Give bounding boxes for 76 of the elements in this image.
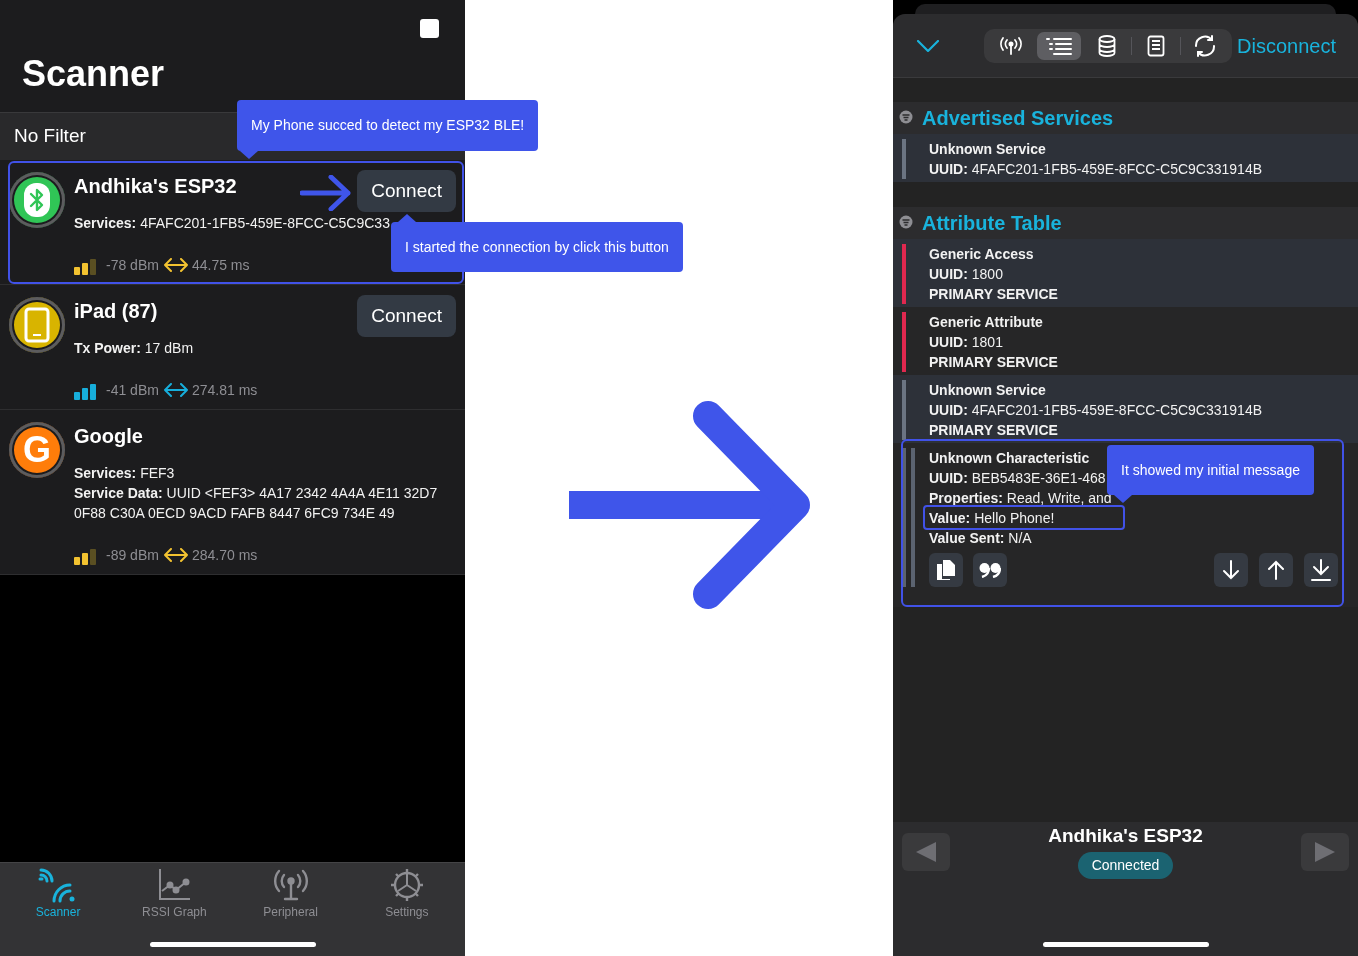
callout-pointer	[398, 214, 416, 222]
section-title: Attribute Table	[922, 211, 1062, 236]
interval-reading: 44.75 ms	[191, 255, 250, 275]
interval-icon	[163, 383, 188, 397]
notify-button[interactable]	[1304, 553, 1338, 587]
item-detail: UUID: 4FAFC201-1FB5-459E-8FCC-C5C9C331914B	[929, 401, 1263, 420]
device-detail: Services: FEF3	[74, 464, 175, 483]
device-detail: Tx Power: 17 dBm	[74, 339, 194, 358]
rssi-reading: -78 dBm	[106, 255, 159, 275]
read-button[interactable]	[1214, 553, 1248, 587]
device-name: Google	[74, 424, 143, 449]
device-name: Andhika's ESP32	[74, 174, 237, 199]
device-name: iPad (87)	[74, 299, 158, 324]
item-detail: UUID: BEB5483E-36E1-468	[929, 469, 1106, 488]
screen-title: Scanner	[22, 54, 166, 94]
device-detail: Services: 4FAFC201-1FB5-459E-8FCC-C5C9C33	[74, 214, 390, 233]
rssi-reading: -89 dBm	[106, 545, 159, 565]
connect-button[interactable]: Connect	[357, 295, 456, 337]
list-icon	[1046, 36, 1072, 55]
interval-icon	[163, 258, 188, 272]
rssi-reading: -41 dBm	[106, 380, 159, 400]
section-icon	[898, 215, 914, 231]
item-detail: UUID: 1801	[929, 333, 1003, 352]
annotation-arrow	[300, 175, 352, 211]
right-triangle-icon	[1313, 840, 1337, 864]
callout: It showed my initial message	[1107, 445, 1314, 495]
interval-reading: 284.70 ms	[191, 545, 258, 565]
refresh-icon	[1193, 34, 1217, 57]
connect-button[interactable]: Connect	[357, 170, 456, 212]
device-name: Andhika's ESP32	[1048, 824, 1203, 848]
database-icon	[1098, 34, 1116, 57]
item-detail: UUID: 4FAFC201-1FB5-459E-8FCC-C5C9C331914B	[929, 160, 1263, 179]
write-button[interactable]	[1259, 553, 1293, 587]
item-detail: UUID: 1800	[929, 265, 1003, 284]
callout-pointer	[240, 151, 258, 159]
item-type: PRIMARY SERVICE	[929, 353, 1058, 372]
device-detail: Service Data: UUID <FEF3> 4A17 2342 4A4A 4E11 32D7 0F88 C30A 0ECD 9ACD FAFB 8447 6FC9 734E 49	[74, 484, 439, 523]
item-type: PRIMARY SERVICE	[929, 285, 1058, 304]
arrow-up-icon	[1267, 560, 1285, 580]
document-icon	[1147, 34, 1165, 57]
left-triangle-icon	[914, 840, 938, 864]
antenna-icon	[1000, 36, 1022, 55]
chevron-down-icon[interactable]	[917, 39, 939, 52]
tablet-icon	[24, 307, 50, 343]
item-value: Value: Hello Phone!	[929, 509, 1055, 528]
quote-button[interactable]	[973, 553, 1007, 587]
tab-item[interactable]: Peripheral	[232, 867, 349, 919]
interval-reading: 274.81 ms	[191, 380, 258, 400]
item-title: Unknown Service	[929, 140, 1046, 159]
tab-item[interactable]: RSSI Graph	[116, 867, 233, 919]
item-title: Unknown Characteristic	[929, 449, 1090, 468]
callout: I started the connection by click this button	[391, 222, 683, 272]
item-title: Unknown Service	[929, 381, 1046, 400]
copy-button[interactable]	[929, 553, 963, 587]
bluetooth-icon	[23, 182, 51, 218]
status-badge: Connected	[1077, 852, 1174, 879]
avatar-letter: G	[23, 432, 51, 468]
item-title: Generic Access	[929, 245, 1034, 264]
arrow-down-icon	[1222, 560, 1240, 580]
section-title: Advertised Services	[922, 106, 1114, 131]
disconnect-button[interactable]: Disconnect	[1237, 30, 1336, 61]
callout: My Phone succed to detect my ESP32 BLE!	[237, 100, 539, 151]
previous-button[interactable]	[902, 833, 950, 871]
segment-button[interactable]	[1037, 31, 1081, 60]
interval-icon	[163, 548, 188, 562]
callout-pointer	[1114, 495, 1132, 503]
section-icon	[898, 110, 914, 126]
next-button[interactable]	[1301, 833, 1349, 871]
copy-icon	[936, 559, 956, 581]
tab-item[interactable]: Scanner	[0, 867, 117, 919]
download-icon	[1311, 559, 1331, 581]
item-type: PRIMARY SERVICE	[929, 421, 1058, 440]
quote-icon	[979, 562, 1001, 578]
tab-item[interactable]: Settings	[348, 867, 465, 919]
item-detail: Value Sent: N/A	[929, 529, 1032, 548]
item-title: Generic Attribute	[929, 313, 1043, 332]
